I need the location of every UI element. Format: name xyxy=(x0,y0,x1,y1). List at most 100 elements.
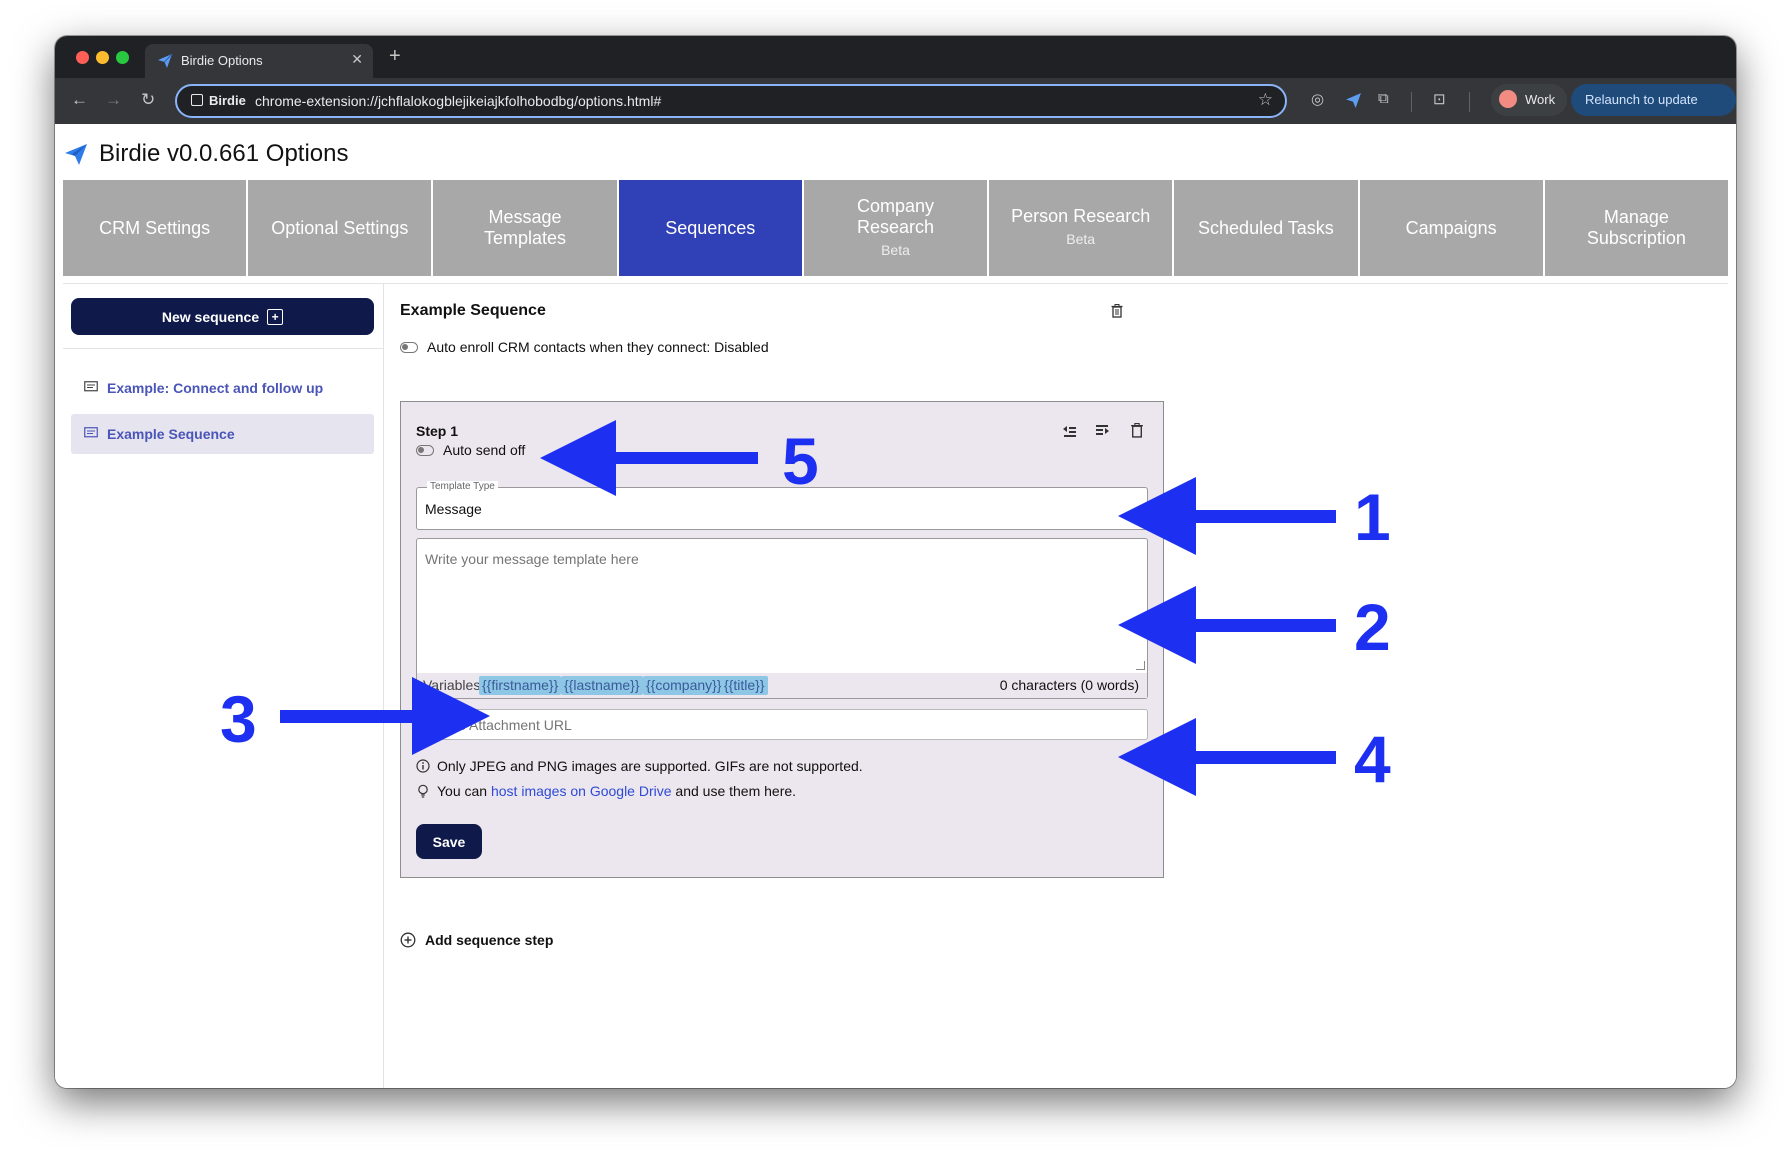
forward-arrow-icon[interactable]: → xyxy=(105,90,122,110)
tab-label: CRM Settings xyxy=(99,217,211,238)
beta-badge: Beta xyxy=(1066,231,1096,247)
add-sequence-step-button[interactable]: Add sequence step xyxy=(400,932,553,948)
resize-handle[interactable] xyxy=(1136,661,1145,670)
sidebar-item-label: Example Sequence xyxy=(107,426,235,442)
tab-manage-subscription[interactable]: Manage Subscription xyxy=(1544,180,1728,276)
image-format-text: Only JPEG and PNG images are supported. … xyxy=(437,758,863,774)
annotation-number-1: 1 xyxy=(1354,480,1391,554)
step-actions xyxy=(1061,423,1145,438)
annotation-number-3: 3 xyxy=(220,682,257,756)
tab-label: Company Research xyxy=(856,195,934,237)
browser-tab[interactable]: Birdie Options ✕ xyxy=(145,44,373,78)
tab-company-research[interactable]: Company Research Beta xyxy=(803,180,988,276)
delete-sequence-icon[interactable] xyxy=(1111,304,1123,318)
template-type-value: Message xyxy=(425,501,482,517)
cast-search-icon[interactable]: ⊡ xyxy=(1433,90,1446,108)
variable-tag-company[interactable]: {{company}} xyxy=(643,676,725,695)
birdie-extension-icon[interactable] xyxy=(1345,92,1362,109)
variables-bar: Variables {{firstname}} {{lastname}} {{c… xyxy=(417,673,1147,698)
tab-close-icon[interactable]: ✕ xyxy=(351,51,363,68)
drive-hint: You can host images on Google Drive and … xyxy=(416,783,796,799)
add-sequence-step-label: Add sequence step xyxy=(425,932,554,948)
relaunch-label: Relaunch to update xyxy=(1585,92,1698,107)
tab-strip: Birdie Options ✕ + xyxy=(55,36,1736,78)
delete-step-icon[interactable] xyxy=(1129,423,1145,438)
message-template-textarea[interactable]: Write your message template here Variabl… xyxy=(416,538,1148,699)
birdie-favicon-icon xyxy=(158,53,173,68)
sidebar-item-label: Example: Connect and follow up xyxy=(107,380,324,396)
minimize-window-button[interactable] xyxy=(96,51,109,64)
image-format-note: Only JPEG and PNG images are supported. … xyxy=(416,758,863,774)
options-page: Birdie v0.0.661 Options CRM Settings Opt… xyxy=(55,124,1736,1088)
template-type-legend: Template Type xyxy=(427,481,498,492)
move-step-up-icon[interactable] xyxy=(1061,423,1077,438)
sidebar-item-example-sequence[interactable]: Example Sequence xyxy=(71,414,374,454)
auto-enroll-row: Auto enroll CRM contacts when they conne… xyxy=(400,339,769,355)
page-title: Birdie v0.0.661 Options xyxy=(99,140,349,167)
message-icon xyxy=(84,381,98,392)
tab-sequences[interactable]: Sequences xyxy=(618,180,802,276)
tab-message-templates[interactable]: Message Templates xyxy=(433,180,617,276)
character-count: 0 characters (0 words) xyxy=(999,677,1139,693)
auto-send-row: Auto send off xyxy=(416,442,525,458)
extensions-puzzle-icon[interactable]: ⧉ xyxy=(1378,90,1389,107)
variable-tag-lastname[interactable]: {{lastname}} xyxy=(561,676,643,695)
tab-label: Manage Subscription xyxy=(1586,207,1686,248)
tab-label: Campaigns xyxy=(1405,217,1497,238)
bookmark-star-icon[interactable]: ☆ xyxy=(1258,90,1273,110)
auto-send-toggle[interactable] xyxy=(416,444,434,456)
add-copy-icon: + xyxy=(267,308,284,325)
save-button[interactable]: Save xyxy=(416,824,482,859)
info-icon xyxy=(416,759,430,773)
extension-puzzle-icon xyxy=(191,94,203,106)
annotation-number-4: 4 xyxy=(1354,722,1391,796)
variable-tag-title[interactable]: {{title}} xyxy=(721,676,768,695)
auto-send-text: Auto send off xyxy=(443,442,526,458)
app-header: Birdie v0.0.661 Options xyxy=(63,138,348,170)
image-url-placeholder: Image Attachment URL xyxy=(427,717,572,733)
drive-hint-prefix: You can xyxy=(437,783,488,799)
message-icon xyxy=(84,427,98,438)
sidebar-item-connect-follow-up[interactable]: Example: Connect and follow up xyxy=(71,368,374,408)
toolbar-divider xyxy=(1469,92,1470,112)
new-sequence-label: New sequence xyxy=(161,308,260,325)
add-circle-icon xyxy=(400,932,416,948)
tab-optional-settings[interactable]: Optional Settings xyxy=(248,180,432,276)
move-step-down-icon[interactable] xyxy=(1095,423,1111,438)
profile-label: Work xyxy=(1525,92,1556,107)
reload-icon[interactable]: ↻ xyxy=(141,90,155,110)
tab-label: Sequences xyxy=(665,217,756,238)
tab-label: Message Templates xyxy=(484,207,567,248)
extension-chip-label: Birdie xyxy=(209,93,246,108)
relaunch-button[interactable]: Relaunch to update ⋮ xyxy=(1571,84,1736,139)
tab-title: Birdie Options xyxy=(181,53,263,68)
birdie-logo-icon xyxy=(65,144,87,165)
divider xyxy=(63,348,383,349)
new-tab-button[interactable]: + xyxy=(389,45,401,68)
message-placeholder: Write your message template here xyxy=(425,551,639,567)
maximize-window-button[interactable] xyxy=(116,51,129,64)
variable-tag-firstname[interactable]: {{firstname}} xyxy=(479,676,562,695)
back-arrow-icon[interactable]: ← xyxy=(71,90,88,110)
image-attachment-url-input[interactable]: Image Attachment URL xyxy=(416,709,1148,740)
sequence-title: Example Sequence xyxy=(400,302,546,319)
tab-person-research[interactable]: Person Research Beta xyxy=(989,180,1173,276)
tab-campaigns[interactable]: Campaigns xyxy=(1359,180,1543,276)
url-text[interactable]: chrome-extension://jchflalokogblejikeiaj… xyxy=(255,93,661,109)
new-sequence-button[interactable]: New sequence + xyxy=(71,298,374,335)
tab-label: Scheduled Tasks xyxy=(1198,217,1334,238)
tab-label: Optional Settings xyxy=(271,217,409,238)
auto-enroll-toggle[interactable] xyxy=(400,341,418,353)
extension-globe-icon[interactable]: ◎ xyxy=(1311,90,1324,108)
variables-label: Variables xyxy=(423,677,481,693)
extension-chip[interactable]: Birdie xyxy=(185,91,254,111)
tab-scheduled-tasks[interactable]: Scheduled Tasks xyxy=(1174,180,1358,276)
annotation-number-5: 5 xyxy=(782,424,819,498)
browser-toolbar: ← → ↻ Birdie chrome-extension://jchflalo… xyxy=(55,78,1736,139)
tab-crm-settings[interactable]: CRM Settings xyxy=(63,180,247,276)
tab-label: Person Research xyxy=(1011,206,1151,226)
close-window-button[interactable] xyxy=(76,51,89,64)
profile-button[interactable]: Work xyxy=(1491,84,1568,116)
address-bar[interactable]: Birdie chrome-extension://jchflalokogble… xyxy=(175,84,1287,118)
host-images-google-drive-link[interactable]: host images on Google Drive xyxy=(491,783,672,799)
